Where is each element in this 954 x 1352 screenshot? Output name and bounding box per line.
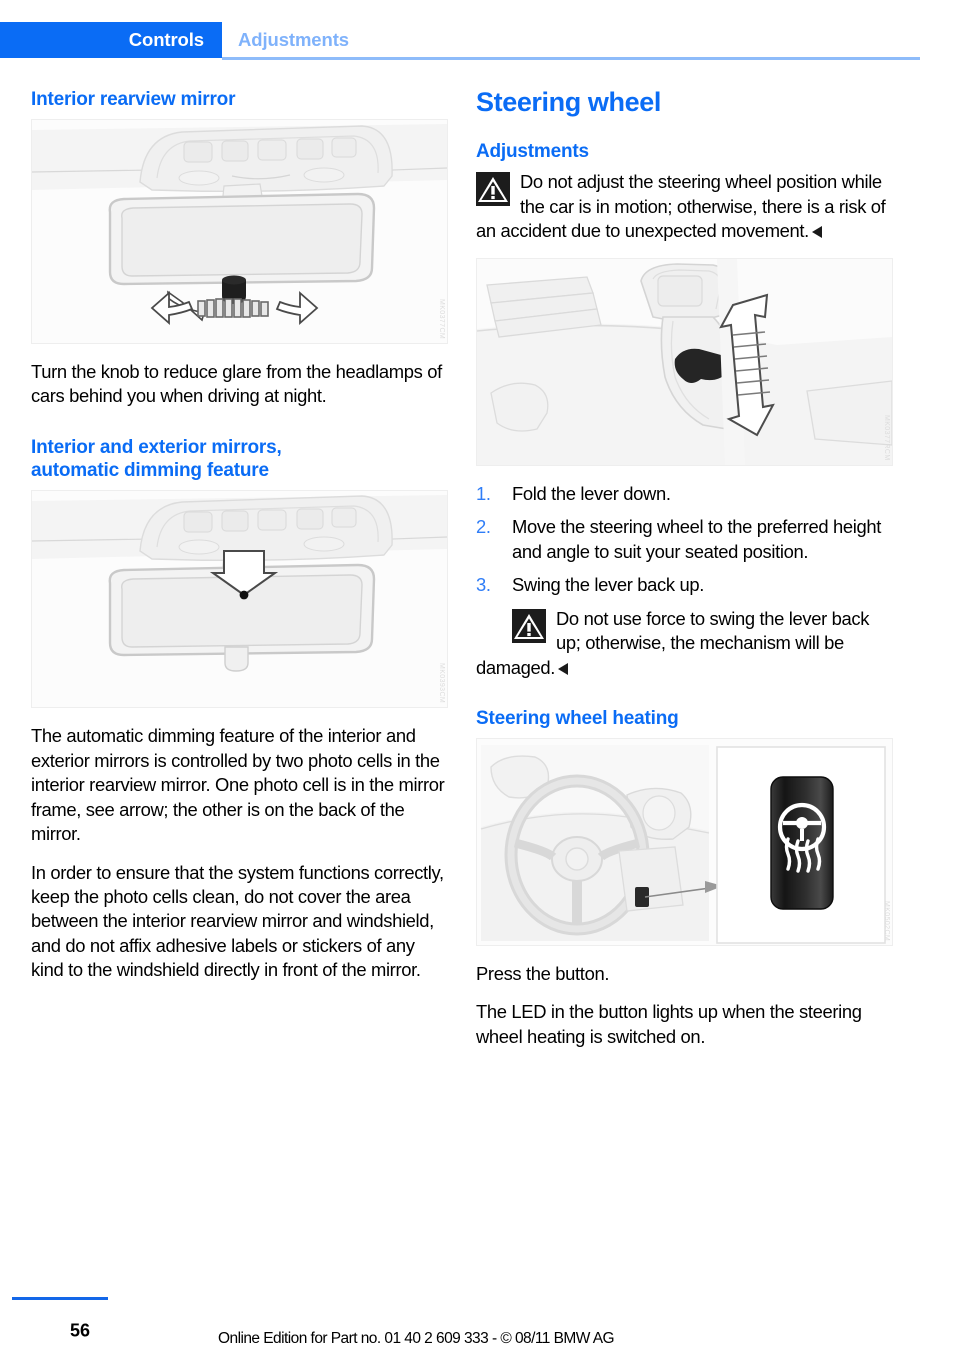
steering-wheel-heating-illustration (477, 738, 892, 945)
figure-mirror-photo-cell: MK0393CM (31, 490, 448, 709)
step-number: 1. (476, 482, 491, 504)
heading-interior-rearview-mirror: Interior rearview mirror (31, 89, 236, 110)
paragraph-dimming-description: The automatic dimming feature of the int… (31, 725, 445, 845)
figure-code: MK0502CM (883, 900, 890, 941)
header-divider (222, 57, 920, 60)
warning-do-not-adjust-text: Do not adjust the steering wheel positio… (476, 171, 886, 242)
step-text: Fold the lever down. (512, 482, 671, 504)
steering-column-lever-illustration (477, 258, 892, 465)
figure-interior-rearview-mirror: MK0377CM (31, 118, 448, 344)
step-item: 3. Swing the lever back up. (476, 573, 893, 597)
figure-code: MK0377RCM (883, 415, 890, 461)
interior-rearview-mirror-illustration (32, 119, 447, 343)
step-number: 3. (476, 574, 491, 596)
figure-code: MK0393CM (438, 663, 445, 704)
figure-steering-wheel-heating: MK0502CM (476, 737, 893, 946)
paragraph-turn-knob: Turn the knob to reduce glare from the h… (31, 360, 442, 407)
page-number: 56 (70, 1320, 91, 1341)
step-item: 1. Fold the lever down. (476, 482, 893, 506)
warning-triangle-icon (512, 608, 546, 643)
step-text: Move the steering wheel to the preferred… (512, 516, 881, 562)
warning-triangle-icon (476, 172, 510, 207)
figure-code: MK0377CM (438, 298, 445, 339)
paragraph-photo-cell-care: In order to ensure that the system funct… (31, 861, 444, 981)
figure-steering-column-lever: MK0377RCM (476, 257, 893, 466)
warning-do-not-adjust: Do not adjust the steering wheel positio… (476, 170, 893, 243)
heading-automatic-dimming: Interior and exterior mirrors, automatic… (31, 436, 448, 484)
header-tab-controls-label: Controls (128, 29, 204, 50)
footer-divider (12, 1297, 108, 1300)
heading-adjustments: Adjustments (476, 140, 589, 162)
paragraph-led-indicator: The LED in the button lights up when the… (476, 1001, 862, 1047)
page-title-steering-wheel: Steering wheel (476, 87, 661, 117)
steering-adjustment-steps: 1. Fold the lever down. 2. Move the stee… (476, 482, 893, 598)
heading-steering-wheel-heating: Steering wheel heating (476, 708, 679, 730)
mirror-photo-cell-illustration (32, 491, 447, 708)
right-column: Steering wheel Adjustments Do not adjust… (476, 87, 893, 1049)
heading-automatic-dimming-line2: automatic dimming feature (31, 460, 269, 482)
page-header: Controls Adjustments (0, 22, 954, 58)
step-text: Swing the lever back up. (512, 574, 704, 596)
warning-end-marker (558, 662, 568, 675)
warning-do-not-force: Do not use force to swing the lever back… (476, 607, 893, 680)
paragraph-press-button: Press the button. (476, 962, 610, 984)
left-column: Interior rearview mirror MK0377CM Turn t… (31, 88, 448, 997)
header-tab-adjustments-label: Adjustments (238, 29, 349, 50)
footer-edition-text: Online Edition for Part no. 01 40 2 609 … (218, 1330, 615, 1347)
header-tab-controls[interactable]: Controls (0, 22, 222, 58)
step-item: 2. Move the steering wheel to the prefer… (476, 515, 893, 564)
heading-automatic-dimming-line1: Interior and exterior mirrors, (31, 436, 282, 458)
header-tab-adjustments[interactable]: Adjustments (238, 22, 349, 58)
step-number: 2. (476, 516, 491, 538)
warning-end-marker (811, 226, 822, 239)
